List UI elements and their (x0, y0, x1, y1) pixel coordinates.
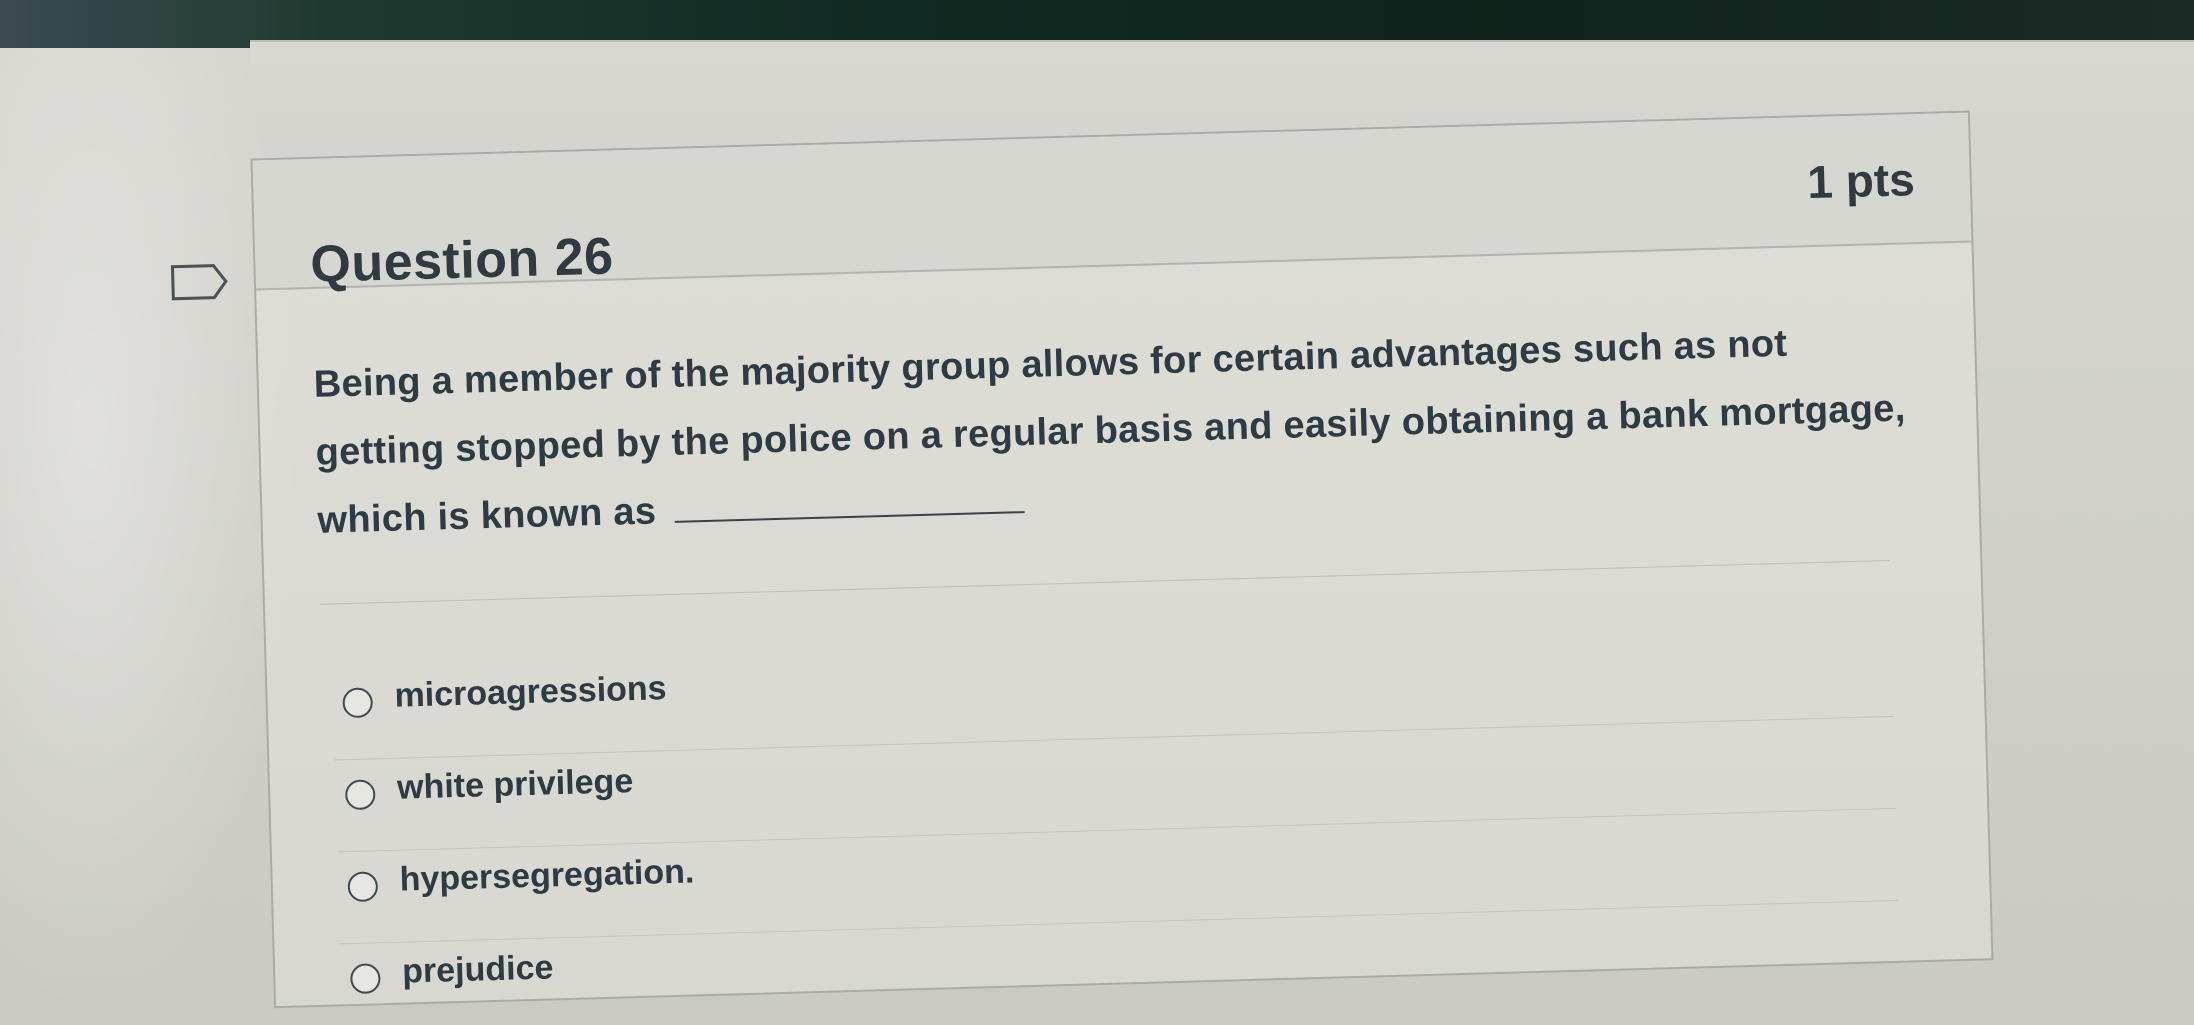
question-points: 1 pts (1806, 153, 1916, 209)
answer-blank-line (673, 481, 1025, 523)
question-title: Question 26 (309, 227, 615, 294)
question-card: Question 26 1 pts Being a member of the … (250, 110, 1994, 1009)
radio-button-icon[interactable] (344, 779, 376, 811)
bookmark-flag-icon-svg (170, 264, 228, 301)
answer-label[interactable]: microagressions (394, 669, 667, 716)
answer-label[interactable]: white privilege (397, 762, 634, 808)
bookmark-flag-icon[interactable] (169, 262, 230, 302)
answer-label[interactable]: hypersegregation. (399, 852, 695, 899)
radio-button-icon[interactable] (347, 871, 379, 903)
answer-label[interactable]: prejudice (402, 948, 554, 991)
page-content: Question 26 1 pts Being a member of the … (0, 0, 2194, 1025)
answers-divider (319, 559, 1890, 605)
radio-button-icon[interactable] (349, 963, 381, 995)
question-text: Being a member of the majority group all… (313, 322, 1907, 542)
question-text-container: Being a member of the majority group all… (313, 306, 1918, 555)
question-header: Question 26 1 pts (252, 112, 1972, 294)
radio-button-icon[interactable] (342, 687, 374, 719)
